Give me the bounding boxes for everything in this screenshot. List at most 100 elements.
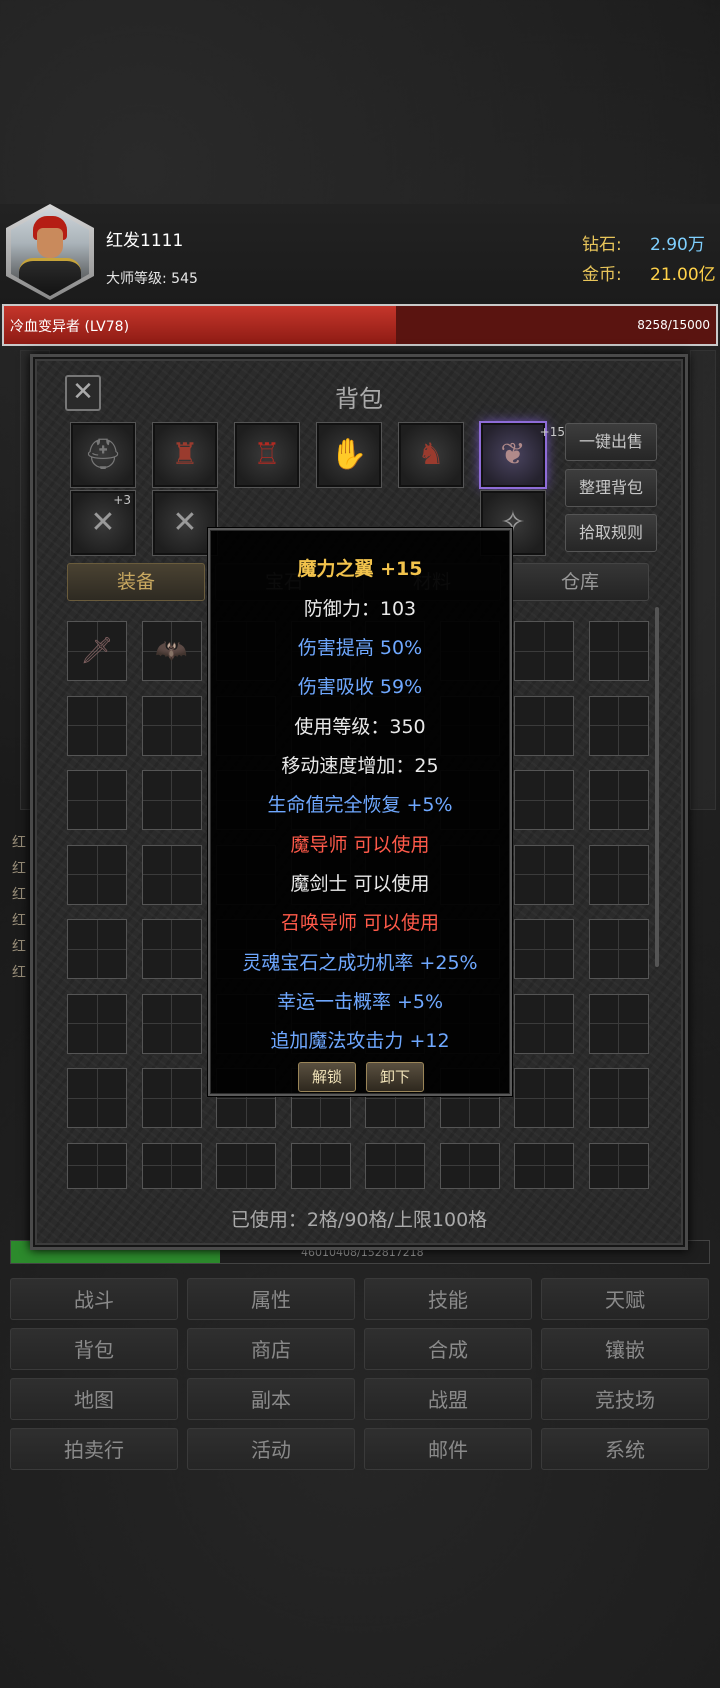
equip-slot-wings[interactable]: ❦ +15 — [479, 421, 565, 489]
master-level-label: 大师等级: — [106, 271, 167, 287]
nav-dungeon[interactable]: 副本 — [187, 1378, 355, 1420]
inventory-cell[interactable] — [514, 844, 574, 905]
diamond-resource: 钻石: 2.90万 — [582, 230, 705, 255]
nav-map[interactable]: 地图 — [10, 1378, 178, 1420]
inventory-cell[interactable] — [67, 919, 127, 979]
sell-all-button[interactable]: 一键出售 — [565, 423, 657, 461]
avatar-face — [37, 228, 63, 258]
inventory-cell[interactable] — [588, 770, 649, 830]
master-level: 大师等级: 545 — [106, 268, 198, 288]
inventory-cell[interactable] — [141, 844, 202, 905]
tooltip-move-speed: 移动速度增加：25 — [281, 755, 439, 777]
helm-icon: ⛑ — [83, 437, 123, 472]
monster-hp-bar: 冷血变异者 (LV78) 8258/15000 — [2, 304, 718, 346]
equip-slot-gloves[interactable]: ✋ — [316, 422, 382, 488]
inventory-cell[interactable] — [588, 844, 649, 905]
inventory-cell[interactable] — [588, 621, 649, 681]
inventory-cell[interactable] — [67, 1068, 127, 1128]
inventory-cell[interactable] — [514, 993, 574, 1054]
tooltip-lucky-strike: 幸运一击概率 +5% — [276, 991, 444, 1013]
tooltip-soul-gem-rate: 灵魂宝石之成功机率 +25% — [242, 952, 478, 974]
nav-events[interactable]: 活动 — [187, 1428, 355, 1470]
inventory-cell[interactable] — [67, 770, 127, 830]
unlock-button[interactable]: 解锁 — [298, 1062, 356, 1092]
inventory-cell[interactable] — [290, 1142, 351, 1189]
tooltip-defense: 防御力：103 — [303, 598, 417, 620]
inventory-cell[interactable]: 🗡 — [67, 621, 127, 681]
inventory-cell[interactable] — [588, 1068, 649, 1128]
equip-slot-boots[interactable]: ♞ — [398, 422, 464, 488]
inventory-cell[interactable] — [588, 993, 649, 1054]
player-header: 红发1111 大师等级: 545 钻石: 2.90万 金币: 21.00亿 — [0, 204, 720, 304]
inventory-cell[interactable] — [588, 1142, 649, 1189]
nav-attributes[interactable]: 属性 — [187, 1278, 355, 1320]
log-letter: 红 — [12, 887, 26, 903]
monster-name: 冷血变异者 (LV78) — [10, 319, 130, 335]
equip-slot-armor[interactable]: ♜ — [152, 422, 218, 488]
nav-skills[interactable]: 技能 — [364, 1278, 532, 1320]
inventory-cell[interactable] — [514, 695, 574, 756]
inventory-cell[interactable]: 🦇 — [141, 621, 202, 681]
tooltip-class-magic-gladiator: 魔剑士 可以使用 — [290, 873, 430, 895]
nav-arena[interactable]: 竞技场 — [541, 1378, 709, 1420]
tooltip-class-mage: 魔导师 可以使用 — [290, 834, 430, 856]
diamond-label: 钻石: — [582, 235, 622, 255]
inventory-cell[interactable] — [439, 1142, 500, 1189]
inventory-cell[interactable] — [514, 919, 574, 979]
armor-icon: ♜ — [171, 437, 199, 472]
item-dagger-icon: 🗡 — [80, 636, 114, 666]
bag-title: 背包 — [335, 385, 383, 413]
nav-bag[interactable]: 背包 — [10, 1328, 178, 1370]
tooltip-item-name: 魔力之翼 +15 — [297, 558, 423, 580]
tooltip-damage-increase: 伤害提高 50% — [297, 637, 423, 659]
inventory-cell[interactable] — [514, 1068, 574, 1128]
equip-slot-helm[interactable]: ⛑ — [70, 422, 136, 488]
inventory-cell[interactable] — [514, 770, 574, 830]
inventory-cell[interactable] — [216, 1142, 276, 1189]
inventory-cell[interactable] — [588, 695, 649, 756]
inventory-cell[interactable] — [365, 1142, 425, 1189]
wings-icon: ❦ — [500, 437, 526, 472]
tooltip-magic-attack: 追加魔法攻击力 +12 — [270, 1030, 450, 1052]
nav-auction[interactable]: 拍卖行 — [10, 1428, 178, 1470]
equip-slot-pants[interactable]: ♖ — [234, 422, 300, 488]
sort-bag-button[interactable]: 整理背包 — [565, 469, 657, 507]
nav-synthesis[interactable]: 合成 — [364, 1328, 532, 1370]
nav-system[interactable]: 系统 — [541, 1428, 709, 1470]
inventory-cell[interactable] — [141, 993, 202, 1054]
inventory-cell[interactable] — [67, 695, 127, 756]
avatar-armor — [19, 258, 81, 296]
inventory-cell[interactable] — [141, 695, 202, 756]
equip-slot-weapon[interactable]: ✕ +3 — [70, 490, 136, 556]
nav-guild[interactable]: 战盟 — [364, 1378, 532, 1420]
nav-mail[interactable]: 邮件 — [364, 1428, 532, 1470]
gloves-icon: ✋ — [330, 437, 368, 472]
inventory-cell[interactable] — [67, 844, 127, 905]
tab-warehouse[interactable]: 仓库 — [511, 563, 649, 601]
crossbow-icon: ✕ — [90, 505, 116, 540]
inventory-cell[interactable] — [141, 919, 202, 979]
inventory-cell[interactable] — [67, 1142, 127, 1189]
inventory-cell[interactable] — [141, 1068, 202, 1128]
pickup-rules-button[interactable]: 拾取规则 — [565, 514, 657, 552]
unequip-button[interactable]: 卸下 — [366, 1062, 424, 1092]
nav-talent[interactable]: 天赋 — [541, 1278, 709, 1320]
log-letter: 红 — [12, 965, 26, 981]
pants-icon: ♖ — [253, 437, 281, 472]
grid-scrollbar[interactable] — [655, 607, 659, 967]
bag-usage-text: 已使用：2格/90格/上限100格 — [230, 1209, 488, 1231]
inventory-cell[interactable] — [141, 1142, 202, 1189]
nav-battle[interactable]: 战斗 — [10, 1278, 178, 1320]
nav-inlay[interactable]: 镶嵌 — [541, 1328, 709, 1370]
nav-shop[interactable]: 商店 — [187, 1328, 355, 1370]
log-letter: 红 — [12, 861, 26, 877]
inventory-cell[interactable] — [588, 919, 649, 979]
tab-equipment[interactable]: 装备 — [67, 563, 205, 601]
log-letter: 红 — [12, 913, 26, 929]
monster-hp-value: 8258/15000 — [637, 318, 710, 332]
tooltip-required-level: 使用等级：350 — [294, 716, 426, 738]
inventory-cell[interactable] — [141, 770, 202, 830]
inventory-cell[interactable] — [514, 621, 574, 681]
inventory-cell[interactable] — [67, 993, 127, 1054]
inventory-cell[interactable] — [514, 1142, 574, 1189]
